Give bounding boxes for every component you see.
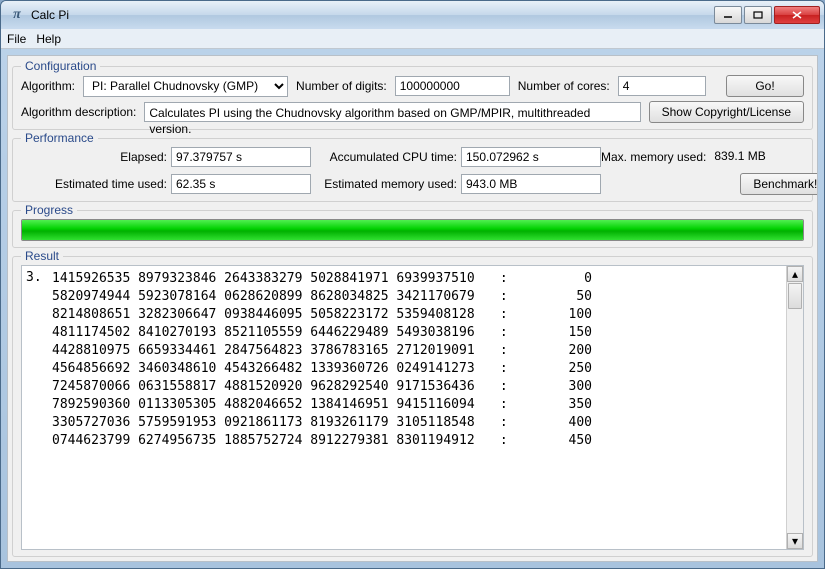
scroll-down-button[interactable]: ▾: [787, 533, 803, 549]
go-button[interactable]: Go!: [726, 75, 804, 97]
result-line: 7892590360 0113305305 4882046652 1384146…: [52, 396, 784, 414]
max-memory-label: Max. memory used:: [601, 150, 710, 164]
result-text[interactable]: 1415926535 8979323846 2643383279 5028841…: [50, 266, 786, 549]
cores-label: Number of cores:: [518, 79, 610, 93]
result-group: Result 3. 1415926535 8979323846 26433832…: [12, 256, 813, 557]
benchmark-button[interactable]: Benchmark!: [740, 173, 818, 195]
progress-fill: [22, 220, 803, 240]
configuration-group: Configuration Algorithm: PI: Parallel Ch…: [12, 66, 813, 130]
algorithm-select[interactable]: PI: Parallel Chudnovsky (GMP): [83, 76, 288, 97]
result-line: 3305727036 5759591953 0921861173 8193261…: [52, 414, 784, 432]
algorithm-desc-value: Calculates PI using the Chudnovsky algor…: [144, 102, 640, 122]
window-title: Calc Pi: [31, 8, 714, 22]
scroll-up-button[interactable]: ▴: [787, 266, 803, 282]
result-line: 4428810975 6659334461 2847564823 3786783…: [52, 342, 784, 360]
result-line: 7245870066 0631558817 4881520920 9628292…: [52, 378, 784, 396]
close-button[interactable]: [774, 6, 820, 24]
cpu-time-label: Accumulated CPU time:: [311, 150, 461, 164]
max-memory-value: 839.1 MB: [710, 147, 818, 167]
result-line: 8214808651 3282306647 0938446095 5058223…: [52, 306, 784, 324]
elapsed-label: Elapsed:: [21, 150, 171, 164]
minimize-button[interactable]: [714, 6, 742, 24]
result-line: 0744623799 6274956735 1885752724 8912279…: [52, 432, 784, 450]
result-prefix: 3.: [22, 266, 50, 549]
result-line: 4811174502 8410270193 8521105559 6446229…: [52, 324, 784, 342]
pi-icon: π: [9, 7, 25, 23]
cpu-time-value: 150.072962 s: [461, 147, 601, 167]
digits-input[interactable]: [395, 76, 510, 96]
est-time-value: 62.35 s: [171, 174, 311, 194]
menubar: File Help: [1, 29, 824, 49]
progress-bar: [21, 219, 804, 241]
scroll-thumb[interactable]: [788, 283, 802, 309]
elapsed-value: 97.379757 s: [171, 147, 311, 167]
performance-group: Performance Elapsed: 97.379757 s Accumul…: [12, 138, 813, 202]
digits-label: Number of digits:: [296, 79, 387, 93]
show-copyright-button[interactable]: Show Copyright/License: [649, 101, 804, 123]
maximize-button[interactable]: [744, 6, 772, 24]
result-line: 4564856692 3460348610 4543266482 1339360…: [52, 360, 784, 378]
est-memory-label: Estimated memory used:: [311, 177, 461, 191]
est-time-label: Estimated time used:: [21, 177, 171, 191]
titlebar[interactable]: π Calc Pi: [1, 1, 824, 29]
est-memory-value: 943.0 MB: [461, 174, 601, 194]
result-line: 1415926535 8979323846 2643383279 5028841…: [52, 270, 784, 288]
algorithm-desc-label: Algorithm description:: [21, 105, 136, 119]
algorithm-label: Algorithm:: [21, 79, 75, 93]
result-legend: Result: [21, 249, 63, 263]
menu-file[interactable]: File: [7, 32, 26, 46]
content-area: Configuration Algorithm: PI: Parallel Ch…: [7, 55, 818, 562]
result-line: 5820974944 5923078164 0628620899 8628034…: [52, 288, 784, 306]
result-scrollbar[interactable]: ▴ ▾: [786, 266, 803, 549]
app-window: π Calc Pi File Help Configuration Algori…: [0, 0, 825, 569]
cores-input[interactable]: [618, 76, 706, 96]
configuration-legend: Configuration: [21, 59, 100, 73]
performance-legend: Performance: [21, 131, 98, 145]
menu-help[interactable]: Help: [36, 32, 61, 46]
progress-legend: Progress: [21, 203, 77, 217]
progress-group: Progress: [12, 210, 813, 248]
